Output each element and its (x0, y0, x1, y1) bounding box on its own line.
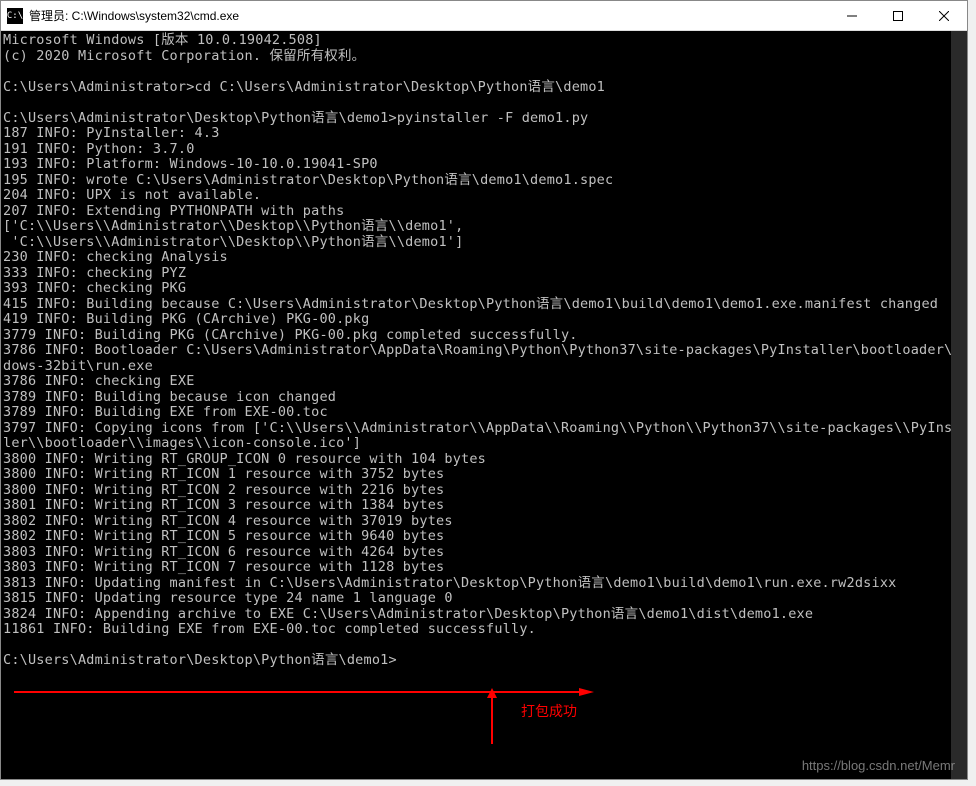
terminal-line: 3824 INFO: Appending archive to EXE C:\U… (3, 607, 967, 623)
window-title: 管理员: C:\Windows\system32\cmd.exe (29, 7, 829, 24)
terminal-line: 3779 INFO: Building PKG (CArchive) PKG-0… (3, 328, 967, 344)
terminal-line: 415 INFO: Building because C:\Users\Admi… (3, 297, 967, 313)
terminal-line: C:\Users\Administrator>cd C:\Users\Admin… (3, 80, 967, 96)
terminal-line: 11861 INFO: Building EXE from EXE-00.toc… (3, 622, 967, 638)
terminal-line: 191 INFO: Python: 3.7.0 (3, 142, 967, 158)
terminal-line: 187 INFO: PyInstaller: 4.3 (3, 126, 967, 142)
terminal-line: C:\Users\Administrator\Desktop\Python语言\… (3, 111, 967, 127)
window-controls (829, 1, 967, 30)
titlebar[interactable]: C:\ 管理员: C:\Windows\system32\cmd.exe (1, 1, 967, 31)
terminal-line: 195 INFO: wrote C:\Users\Administrator\D… (3, 173, 967, 189)
terminal-line: ['C:\\Users\\Administrator\\Desktop\\Pyt… (3, 219, 967, 235)
terminal-output[interactable]: Microsoft Windows [版本 10.0.19042.508](c)… (1, 31, 967, 779)
terminal-line (3, 95, 967, 111)
terminal-line: 230 INFO: checking Analysis (3, 250, 967, 266)
terminal-line: 3786 INFO: Bootloader C:\Users\Administr… (3, 343, 967, 359)
minimize-icon (847, 11, 857, 21)
terminal-line: 3813 INFO: Updating manifest in C:\Users… (3, 576, 967, 592)
close-button[interactable] (921, 1, 967, 30)
terminal-line: 3802 INFO: Writing RT_ICON 4 resource wi… (3, 514, 967, 530)
scrollbar[interactable] (951, 31, 967, 779)
terminal-line: ler\\bootloader\\images\\icon-console.ic… (3, 436, 967, 452)
terminal-line: 3786 INFO: checking EXE (3, 374, 967, 390)
close-icon (939, 11, 949, 21)
terminal-line: 204 INFO: UPX is not available. (3, 188, 967, 204)
maximize-button[interactable] (875, 1, 921, 30)
terminal-line: 419 INFO: Building PKG (CArchive) PKG-00… (3, 312, 967, 328)
terminal-line: 3801 INFO: Writing RT_ICON 3 resource wi… (3, 498, 967, 514)
terminal-line: 3800 INFO: Writing RT_ICON 1 resource wi… (3, 467, 967, 483)
terminal-line: 3800 INFO: Writing RT_GROUP_ICON 0 resou… (3, 452, 967, 468)
terminal-line: 3803 INFO: Writing RT_ICON 6 resource wi… (3, 545, 967, 561)
terminal-line: 3789 INFO: Building EXE from EXE-00.toc (3, 405, 967, 421)
terminal-line: C:\Users\Administrator\Desktop\Python语言\… (3, 653, 967, 669)
terminal-line (3, 638, 967, 654)
terminal-line: 3800 INFO: Writing RT_ICON 2 resource wi… (3, 483, 967, 499)
cmd-window: C:\ 管理员: C:\Windows\system32\cmd.exe Mic… (0, 0, 968, 780)
scrollbar-thumb[interactable] (951, 31, 967, 779)
terminal-line: 393 INFO: checking PKG (3, 281, 967, 297)
terminal-line: 3803 INFO: Writing RT_ICON 7 resource wi… (3, 560, 967, 576)
terminal-line: dows-32bit\run.exe (3, 359, 967, 375)
cmd-icon: C:\ (7, 8, 23, 24)
terminal-line: 3802 INFO: Writing RT_ICON 5 resource wi… (3, 529, 967, 545)
terminal-line: 3815 INFO: Updating resource type 24 nam… (3, 591, 967, 607)
terminal-line: 3789 INFO: Building because icon changed (3, 390, 967, 406)
terminal-line: 207 INFO: Extending PYTHONPATH with path… (3, 204, 967, 220)
terminal-line: 193 INFO: Platform: Windows-10-10.0.1904… (3, 157, 967, 173)
maximize-icon (893, 11, 903, 21)
terminal-line: (c) 2020 Microsoft Corporation. 保留所有权利。 (3, 49, 967, 65)
minimize-button[interactable] (829, 1, 875, 30)
terminal-line: 333 INFO: checking PYZ (3, 266, 967, 282)
terminal-line: 3797 INFO: Copying icons from ['C:\\User… (3, 421, 967, 437)
terminal-line: Microsoft Windows [版本 10.0.19042.508] (3, 33, 967, 49)
terminal-line: 'C:\\Users\\Administrator\\Desktop\\Pyth… (3, 235, 967, 251)
watermark: https://blog.csdn.net/Memr (802, 758, 955, 773)
terminal-line (3, 64, 967, 80)
